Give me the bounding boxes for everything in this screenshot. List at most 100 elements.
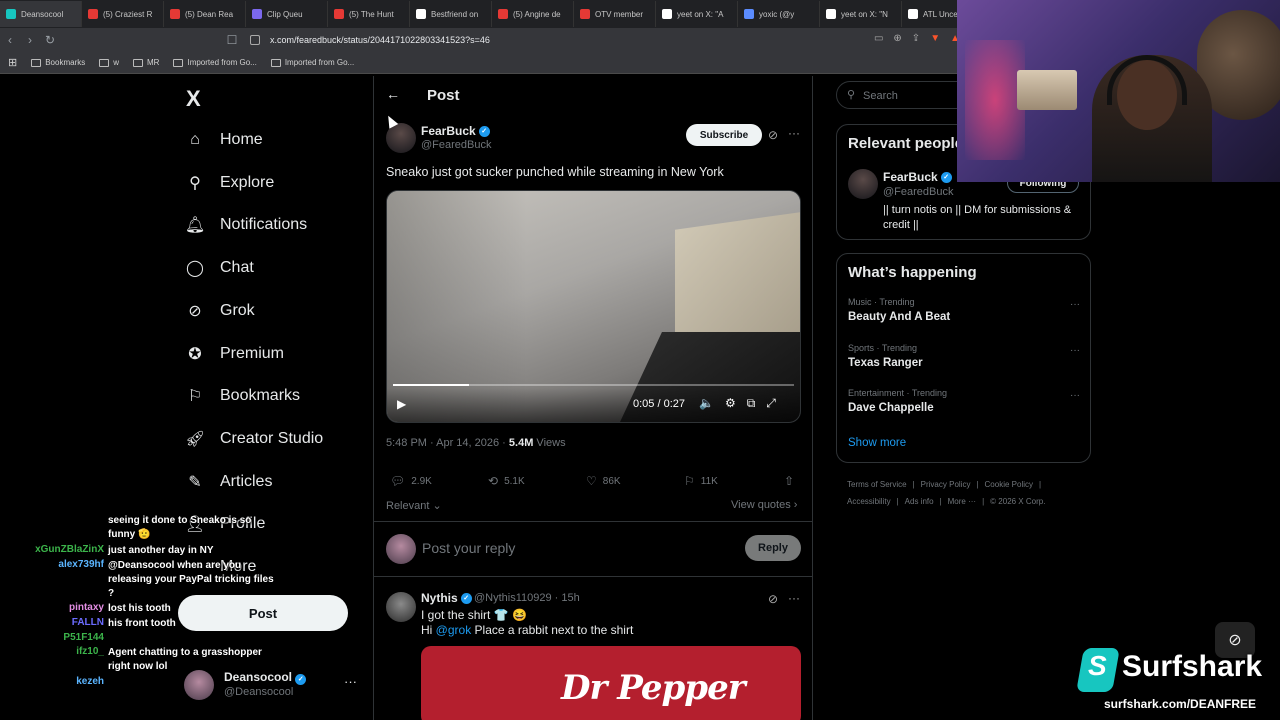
settings-icon[interactable]: ⚙: [725, 396, 736, 411]
chat-username: P51F144: [63, 632, 104, 643]
browser-tab[interactable]: yeet on X: "N: [820, 1, 902, 27]
nav-item-bookmarks[interactable]: ⚐ Bookmarks: [186, 381, 300, 411]
tab-favicon-icon: [252, 9, 262, 19]
nav-item-home[interactable]: ⌂ Home: [186, 125, 263, 155]
footer-link[interactable]: Ads info: [905, 497, 934, 506]
more-dots-icon[interactable]: ···: [1070, 345, 1080, 356]
back-arrow-icon[interactable]: ←: [386, 86, 400, 102]
tab-title: Deansocool: [21, 9, 64, 19]
bookmark-item[interactable]: w: [99, 58, 119, 67]
post-timestamp[interactable]: 5:48 PM · Apr 14, 2026 ·: [386, 437, 509, 449]
footer-links-row2: Accessibility | Ads info | More ··· | © 2026 X…: [847, 497, 1087, 506]
footer-link[interactable]: © 2026 X Corp.: [990, 497, 1045, 506]
reply-action[interactable]: 💬︎ 2.9K: [390, 474, 432, 488]
person-name[interactable]: FearBuck ✓: [883, 170, 952, 184]
bookmark-item[interactable]: Imported from Go...: [270, 58, 354, 67]
nav-item-notifications[interactable]: 🔔︎ Notifications: [185, 210, 307, 240]
bookmark-item[interactable]: MR: [133, 58, 159, 67]
trend-name: Dave Chappelle: [848, 402, 934, 414]
trend-item[interactable]: Music · Trending Beauty And A Beat ···: [848, 297, 1080, 333]
tab-favicon-icon: [88, 9, 98, 19]
reply-post[interactable]: Nythis ✓ @Nythis110929 · 15h ⊘ ··· I got …: [374, 585, 812, 720]
nav-item-explore[interactable]: ⚲ Explore: [186, 168, 274, 198]
brave-shield-icon[interactable]: ▼: [930, 33, 940, 44]
search-icon: ⚲: [847, 89, 856, 101]
grok-icon[interactable]: ⊘: [768, 128, 778, 142]
show-more-link[interactable]: Show more: [848, 437, 906, 449]
tab-favicon-icon: [416, 9, 426, 19]
reply-image[interactable]: Dr Pepper: [421, 646, 801, 720]
footer-link[interactable]: More ···: [948, 497, 976, 506]
reply-button[interactable]: Reply: [745, 535, 801, 561]
fullscreen-icon[interactable]: ⤢: [766, 396, 776, 411]
browser-tab[interactable]: yoxic (@y: [738, 1, 820, 27]
share-action[interactable]: ⇧: [784, 474, 794, 488]
bookmark-star-icon[interactable]: ☐: [222, 33, 242, 47]
footer-link[interactable]: Terms of Service: [847, 480, 907, 489]
nav-item-grok[interactable]: ⊘ Grok: [186, 296, 254, 326]
more-dots-icon[interactable]: ···: [344, 674, 357, 689]
video-controls: ▶ 0:05 / 0:27 🔈 ⚙ ⧉ ⤢: [387, 388, 800, 422]
address-bar[interactable]: x.com/fearedbuck/status/2044171022803341…: [250, 31, 970, 49]
reply-author-name[interactable]: Nythis ✓: [421, 591, 472, 605]
repost-action[interactable]: ⟲ 5.1K: [488, 474, 525, 488]
reply-text-line: Hi @grok Place a rabbit next to the shir…: [421, 623, 634, 637]
browser-tab[interactable]: (5) Craziest R: [82, 1, 164, 27]
trend-item[interactable]: Sports · Trending Texas Ranger ···: [848, 343, 1080, 379]
pip-icon[interactable]: ⧉: [747, 396, 756, 411]
zoom-icon[interactable]: ⊕: [893, 33, 901, 44]
more-dots-icon[interactable]: ···: [1070, 299, 1080, 310]
subscribe-button[interactable]: Subscribe: [686, 124, 762, 146]
browser-tab[interactable]: Bestfriend on: [410, 1, 492, 27]
share-icon[interactable]: ⇪: [912, 33, 920, 44]
more-dots-icon[interactable]: ···: [1070, 390, 1080, 401]
bookmark-item[interactable]: Bookmarks: [31, 58, 85, 67]
browser-tab[interactable]: (5) Dean Rea: [164, 1, 246, 27]
browser-tab[interactable]: OTV member: [574, 1, 656, 27]
footer-link[interactable]: Cookie Policy: [985, 480, 1033, 489]
browser-tab[interactable]: yeet on X: "A: [656, 1, 738, 27]
more-dots-icon[interactable]: ···: [788, 591, 800, 605]
bookmark-action[interactable]: ⚐ 11K: [684, 474, 718, 488]
reply-author-handle[interactable]: @Nythis110929 · 15h: [474, 592, 580, 604]
site-info-icon[interactable]: [250, 35, 260, 45]
person-handle[interactable]: @FearedBuck: [883, 186, 953, 198]
browser-tab[interactable]: Deansocool: [0, 1, 82, 27]
avatar[interactable]: [386, 592, 416, 622]
tab-favicon-icon: [826, 9, 836, 19]
x-logo[interactable]: X: [186, 86, 201, 112]
cast-icon[interactable]: ▭: [874, 33, 883, 44]
reply-input[interactable]: Post your reply: [422, 540, 515, 556]
footer-link[interactable]: Privacy Policy: [921, 480, 971, 489]
view-quotes-link[interactable]: View quotes ›: [731, 499, 797, 511]
author-name[interactable]: FearBuck ✓: [421, 124, 490, 138]
author-handle[interactable]: @FearedBuck: [421, 139, 491, 151]
apps-icon[interactable]: ⊞: [8, 56, 17, 69]
sort-replies-dropdown[interactable]: Relevant ⌄: [386, 499, 442, 512]
play-icon[interactable]: ▶: [397, 397, 406, 411]
more-dots-icon[interactable]: ···: [788, 126, 800, 140]
grok-icon[interactable]: ⊘: [768, 592, 778, 606]
shirt-logo-text: Dr Pepper: [561, 668, 746, 708]
video-player[interactable]: ▶ 0:05 / 0:27 🔈 ⚙ ⧉ ⤢: [386, 190, 801, 423]
browser-tab[interactable]: (5) The Hunt: [328, 1, 410, 27]
tab-favicon-icon: [498, 9, 508, 19]
browser-tab[interactable]: (5) Angine de: [492, 1, 574, 27]
reload-icon[interactable]: ↻: [40, 33, 60, 47]
footer-divider: |: [982, 497, 985, 506]
nav-item-chat[interactable]: ◯ Chat: [186, 253, 254, 283]
video-progress-bar[interactable]: [393, 384, 794, 386]
mention-link[interactable]: @grok: [436, 623, 472, 637]
bookmark-item[interactable]: Imported from Go...: [173, 58, 257, 67]
browser-tab[interactable]: Clip Queu: [246, 1, 328, 27]
nav-item-articles[interactable]: ✎ Articles: [186, 467, 272, 497]
footer-link[interactable]: Accessibility: [847, 497, 891, 506]
forward-nav-icon[interactable]: ›: [20, 33, 40, 47]
like-action[interactable]: ♡ 86K: [586, 474, 621, 488]
avatar[interactable]: [848, 169, 878, 199]
trend-item[interactable]: Entertainment · Trending Dave Chappelle ··…: [848, 388, 1080, 424]
nav-item-creator-studio[interactable]: 🚀︎ Creator Studio: [185, 424, 323, 454]
back-nav-icon[interactable]: ‹: [0, 33, 20, 47]
volume-icon[interactable]: 🔈: [699, 396, 714, 411]
nav-item-premium[interactable]: ✪ Premium: [186, 339, 284, 369]
